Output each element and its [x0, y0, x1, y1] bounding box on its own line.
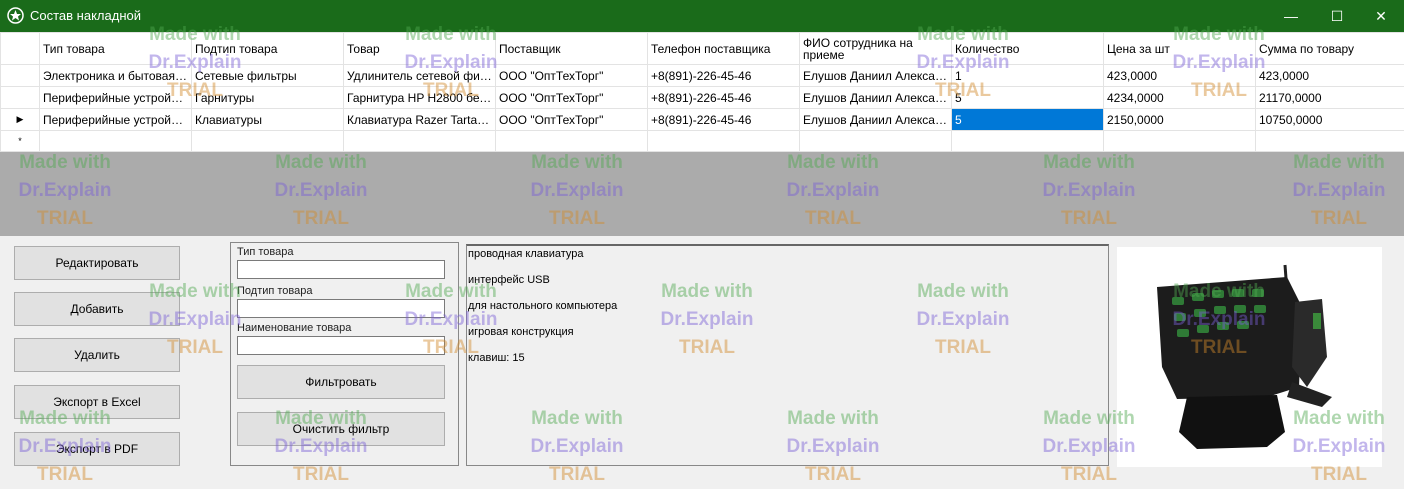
- maximize-button[interactable]: ☐: [1314, 0, 1360, 32]
- column-header-unit-price[interactable]: Цена за шт: [1103, 32, 1256, 65]
- keypad-image-icon: [1157, 264, 1332, 449]
- add-button[interactable]: Добавить: [14, 292, 180, 326]
- cell-employee[interactable]: Елушов Даниил Александ...: [799, 108, 952, 131]
- table-row[interactable]: Электроника и бытовая те... Сетевые филь…: [0, 64, 1404, 87]
- cell-type[interactable]: Периферийные устройства: [39, 108, 192, 131]
- column-header-total[interactable]: Сумма по товару: [1255, 32, 1404, 65]
- row-header[interactable]: [0, 86, 40, 109]
- invoice-items-grid[interactable]: Тип товара Подтип товара Товар Поставщик…: [0, 32, 1404, 236]
- column-header-product[interactable]: Товар: [343, 32, 496, 65]
- subtype-filter-label: Подтип товара: [237, 285, 313, 297]
- cell-supplier-phone[interactable]: +8(891)-226-45-46: [647, 108, 800, 131]
- new-row-cell[interactable]: [39, 130, 192, 152]
- product-image: [1117, 247, 1382, 467]
- cell-employee[interactable]: Елушов Даниил Александ...: [799, 86, 952, 109]
- new-row-cell[interactable]: [647, 130, 800, 152]
- current-row-indicator-icon[interactable]: ▶: [0, 108, 40, 131]
- new-row-cell[interactable]: [343, 130, 496, 152]
- minimize-button[interactable]: —: [1268, 0, 1314, 32]
- column-header-type[interactable]: Тип товара: [39, 32, 192, 65]
- cell-total[interactable]: 21170,0000: [1255, 86, 1404, 109]
- cell-total[interactable]: 10750,0000: [1255, 108, 1404, 131]
- cell-type[interactable]: Периферийные устройства: [39, 86, 192, 109]
- name-filter-label: Наименование товара: [237, 322, 352, 334]
- cell-supplier[interactable]: ООО "ОптТехТорг": [495, 86, 648, 109]
- description-line: клавиш: 15: [468, 352, 525, 364]
- table-row[interactable]: ▶ Периферийные устройства Клавиатуры Кла…: [0, 108, 1404, 131]
- cell-quantity[interactable]: 5: [951, 86, 1104, 109]
- export-excel-button[interactable]: Экспорт в Excel: [14, 385, 180, 419]
- title-bar: Состав накладной — ☐ ✕: [0, 0, 1404, 32]
- column-header-supplier[interactable]: Поставщик: [495, 32, 648, 65]
- cell-quantity[interactable]: 1: [951, 64, 1104, 87]
- app-icon: [7, 7, 24, 24]
- grid-table: Тип товара Подтип товара Товар Поставщик…: [0, 32, 1404, 152]
- filter-panel: Тип товара Подтип товара Наименование то…: [230, 242, 459, 466]
- export-pdf-button[interactable]: Экспорт в PDF: [14, 432, 180, 466]
- cell-unit-price[interactable]: 4234,0000: [1103, 86, 1256, 109]
- row-header[interactable]: [0, 64, 40, 87]
- cell-supplier-phone[interactable]: +8(891)-226-45-46: [647, 64, 800, 87]
- cell-unit-price[interactable]: 2150,0000: [1103, 108, 1256, 131]
- cell-total[interactable]: 423,0000: [1255, 64, 1404, 87]
- type-filter-input[interactable]: [237, 260, 445, 279]
- cell-subtype[interactable]: Гарнитуры: [191, 86, 344, 109]
- name-filter-input[interactable]: [237, 336, 445, 355]
- cell-subtype[interactable]: Клавиатуры: [191, 108, 344, 131]
- product-description-box[interactable]: проводная клавиатура интерфейс USB для н…: [466, 244, 1109, 466]
- cell-type[interactable]: Электроника и бытовая те...: [39, 64, 192, 87]
- column-header-employee[interactable]: ФИО сотрудника на приеме: [799, 32, 952, 65]
- edit-button[interactable]: Редактировать: [14, 246, 180, 280]
- column-header-quantity[interactable]: Количество: [951, 32, 1104, 65]
- cell-employee[interactable]: Елушов Даниил Александ...: [799, 64, 952, 87]
- description-line: для настольного компьютера: [468, 300, 618, 312]
- new-row-cell[interactable]: [1103, 130, 1256, 152]
- clear-filter-button[interactable]: Очистить фильтр: [237, 412, 445, 446]
- grid-corner-cell[interactable]: [0, 32, 40, 65]
- type-filter-label: Тип товара: [237, 246, 294, 258]
- cell-supplier[interactable]: ООО "ОптТехТорг": [495, 108, 648, 131]
- new-row-cell[interactable]: [191, 130, 344, 152]
- new-row-cell[interactable]: [1255, 130, 1404, 152]
- cell-supplier[interactable]: ООО "ОптТехТорг": [495, 64, 648, 87]
- new-row-marker-icon[interactable]: *: [0, 130, 40, 152]
- window-title: Состав накладной: [30, 8, 141, 23]
- cell-product[interactable]: Гарнитура HP H2800 бель...: [343, 86, 496, 109]
- description-line: игровая конструкция: [468, 326, 574, 338]
- delete-button[interactable]: Удалить: [14, 338, 180, 372]
- column-header-supplier-phone[interactable]: Телефон поставщика: [647, 32, 800, 65]
- close-button[interactable]: ✕: [1358, 0, 1404, 32]
- apply-filter-button[interactable]: Фильтровать: [237, 365, 445, 399]
- cell-subtype[interactable]: Сетевые фильтры: [191, 64, 344, 87]
- grid-header-row: Тип товара Подтип товара Товар Поставщик…: [0, 32, 1404, 65]
- cell-product[interactable]: Клавиатура Razer Tartarus ...: [343, 108, 496, 131]
- description-line: проводная клавиатура: [468, 248, 584, 260]
- new-row-cell[interactable]: [951, 130, 1104, 152]
- table-row[interactable]: Периферийные устройства Гарнитуры Гарнит…: [0, 86, 1404, 109]
- new-row[interactable]: *: [0, 130, 1404, 152]
- new-row-cell[interactable]: [799, 130, 952, 152]
- cell-supplier-phone[interactable]: +8(891)-226-45-46: [647, 86, 800, 109]
- cell-product[interactable]: Удлинитель сетевой филь...: [343, 64, 496, 87]
- description-line: интерфейс USB: [468, 274, 550, 286]
- cell-quantity-selected[interactable]: 5: [951, 108, 1104, 131]
- cell-unit-price[interactable]: 423,0000: [1103, 64, 1256, 87]
- column-header-subtype[interactable]: Подтип товара: [191, 32, 344, 65]
- subtype-filter-input[interactable]: [237, 299, 445, 318]
- new-row-cell[interactable]: [495, 130, 648, 152]
